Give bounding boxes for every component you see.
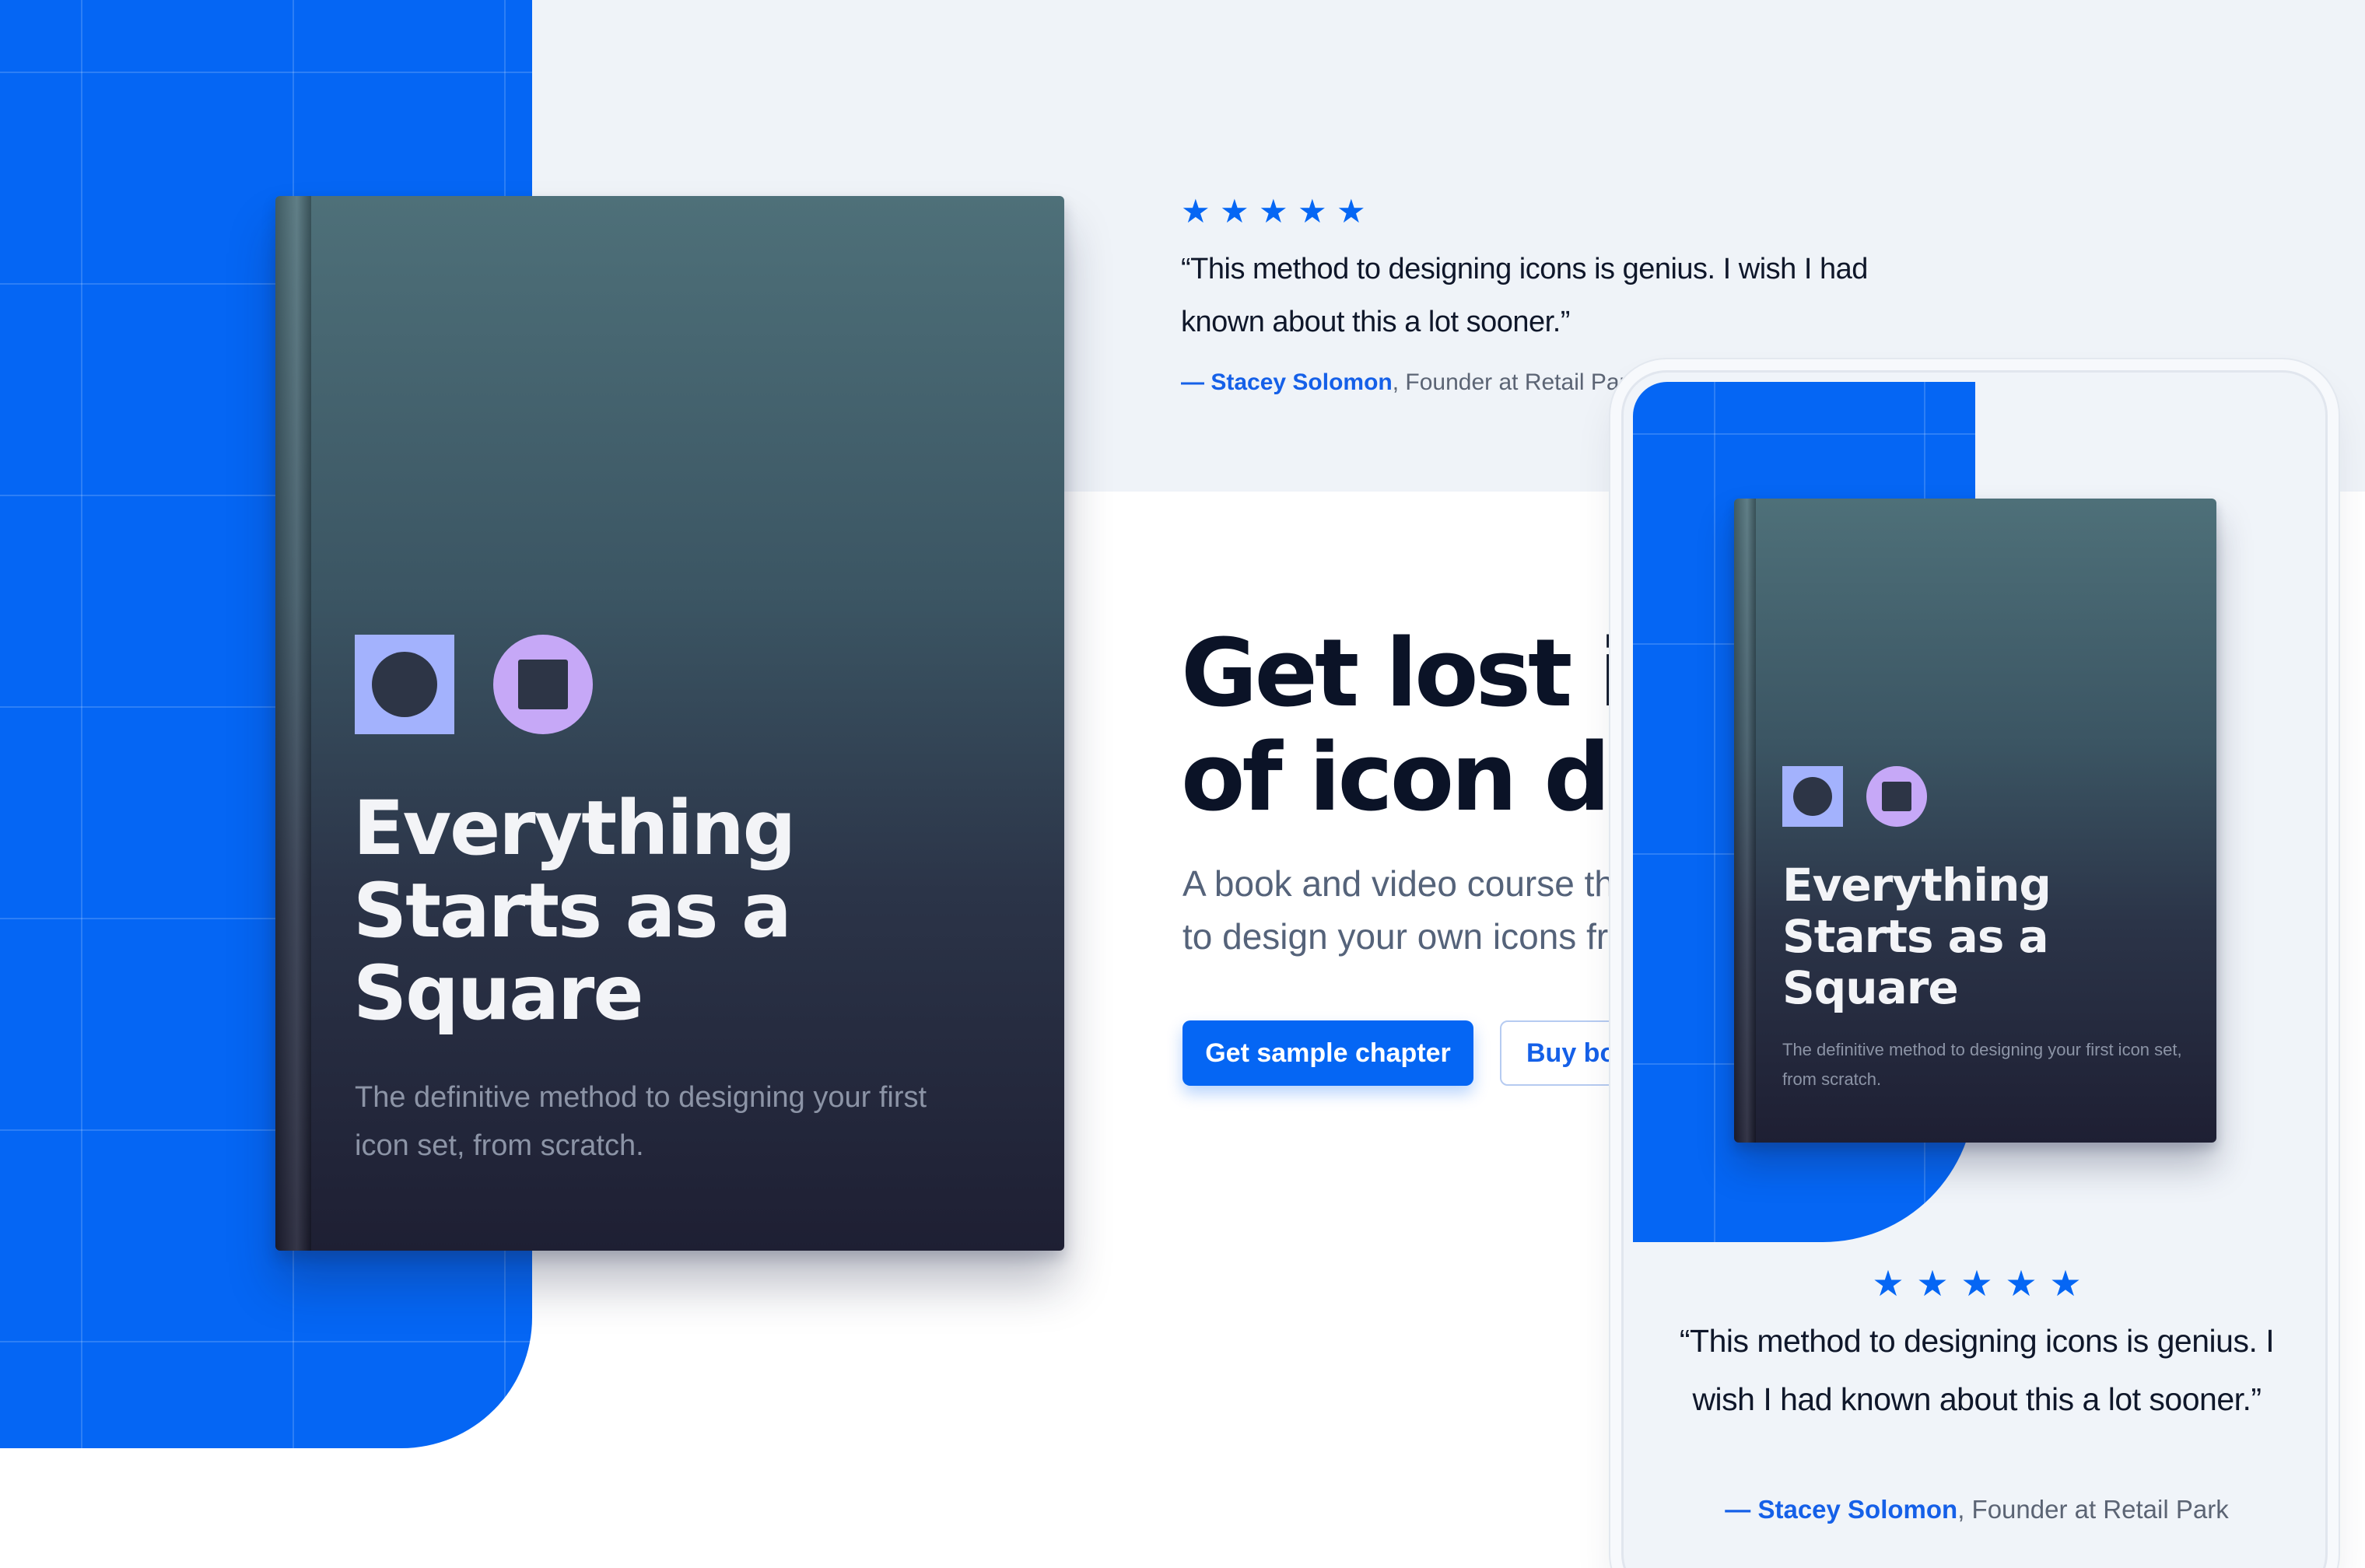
hero-subtitle: A book and video course that teaches you… xyxy=(1182,863,1634,957)
testimonial-attribution: — Stacey Solomon, Founder at Retail Park xyxy=(1624,1491,2325,1528)
hero-title-line: of icon design xyxy=(1181,724,1634,832)
book-subtitle: The definitive method to designing your … xyxy=(355,1081,927,1162)
book-title: Everything Starts as a Square xyxy=(1782,859,2051,1013)
mobile-preview-frame: Everything Starts as a Square The defini… xyxy=(1621,370,2328,1568)
book-title-line: Everything xyxy=(353,785,796,872)
book-spine xyxy=(275,196,311,1251)
hero-section: Get lost in the world of icon design A b… xyxy=(1167,591,1634,1136)
star-icon: ★ xyxy=(2049,1263,2082,1304)
square-with-circle-icon xyxy=(1782,766,1843,827)
hero-title-line: Get lost in the world xyxy=(1181,620,1634,728)
rating-stars: ★ ★ ★ ★ ★ xyxy=(1624,1263,2325,1304)
book-title-line: Square xyxy=(353,950,643,1037)
testimonial-quote: “This method to designing icons is geniu… xyxy=(1181,253,1868,338)
circle-with-square-icon xyxy=(493,635,593,734)
star-icon: ★ xyxy=(2005,1263,2037,1304)
testimonial-author: — Stacey Solomon xyxy=(1725,1495,1958,1524)
square-with-circle-icon xyxy=(355,635,454,734)
book-title-line: Everything xyxy=(1782,859,2051,912)
book-subtitle: The definitive method to designing your … xyxy=(1782,1040,2182,1089)
get-sample-chapter-button[interactable]: Get sample chapter xyxy=(1182,1020,1473,1086)
book-title: Everything Starts as a Square xyxy=(353,785,796,1037)
star-icon: ★ xyxy=(1181,193,1211,229)
mobile-book-cover: Everything Starts as a Square The defini… xyxy=(1734,499,2216,1143)
book-cover: Everything Starts as a Square The defini… xyxy=(275,196,1064,1251)
star-icon: ★ xyxy=(1298,193,1327,229)
star-icon: ★ xyxy=(1259,193,1288,229)
book-title-line: Starts as a xyxy=(353,867,792,954)
buy-book-button[interactable]: Buy book xyxy=(1500,1020,1634,1086)
testimonial-author: — Stacey Solomon xyxy=(1181,369,1393,395)
book-spine xyxy=(1734,499,1756,1143)
star-icon: ★ xyxy=(1916,1263,1949,1304)
book-title-line: Starts as a xyxy=(1782,910,2049,963)
testimonial-quote: “This method to designing icons is geniu… xyxy=(1679,1323,2275,1417)
testimonial-role: , Founder at Retail Park xyxy=(1957,1495,2229,1524)
star-icon: ★ xyxy=(1337,193,1366,229)
rating-stars: ★ ★ ★ ★ ★ xyxy=(1181,193,1375,230)
circle-with-square-icon xyxy=(1866,766,1927,827)
star-icon: ★ xyxy=(1220,193,1249,229)
star-icon: ★ xyxy=(1872,1263,1904,1304)
testimonial-role: , Founder at Retail Park xyxy=(1392,369,1639,395)
book-title-line: Square xyxy=(1782,961,1959,1014)
hero-title: Get lost in the world of icon design xyxy=(1181,622,1634,831)
testimonial-attribution: — Stacey Solomon, Founder at Retail Park xyxy=(1181,366,1639,400)
star-icon: ★ xyxy=(1960,1263,1993,1304)
